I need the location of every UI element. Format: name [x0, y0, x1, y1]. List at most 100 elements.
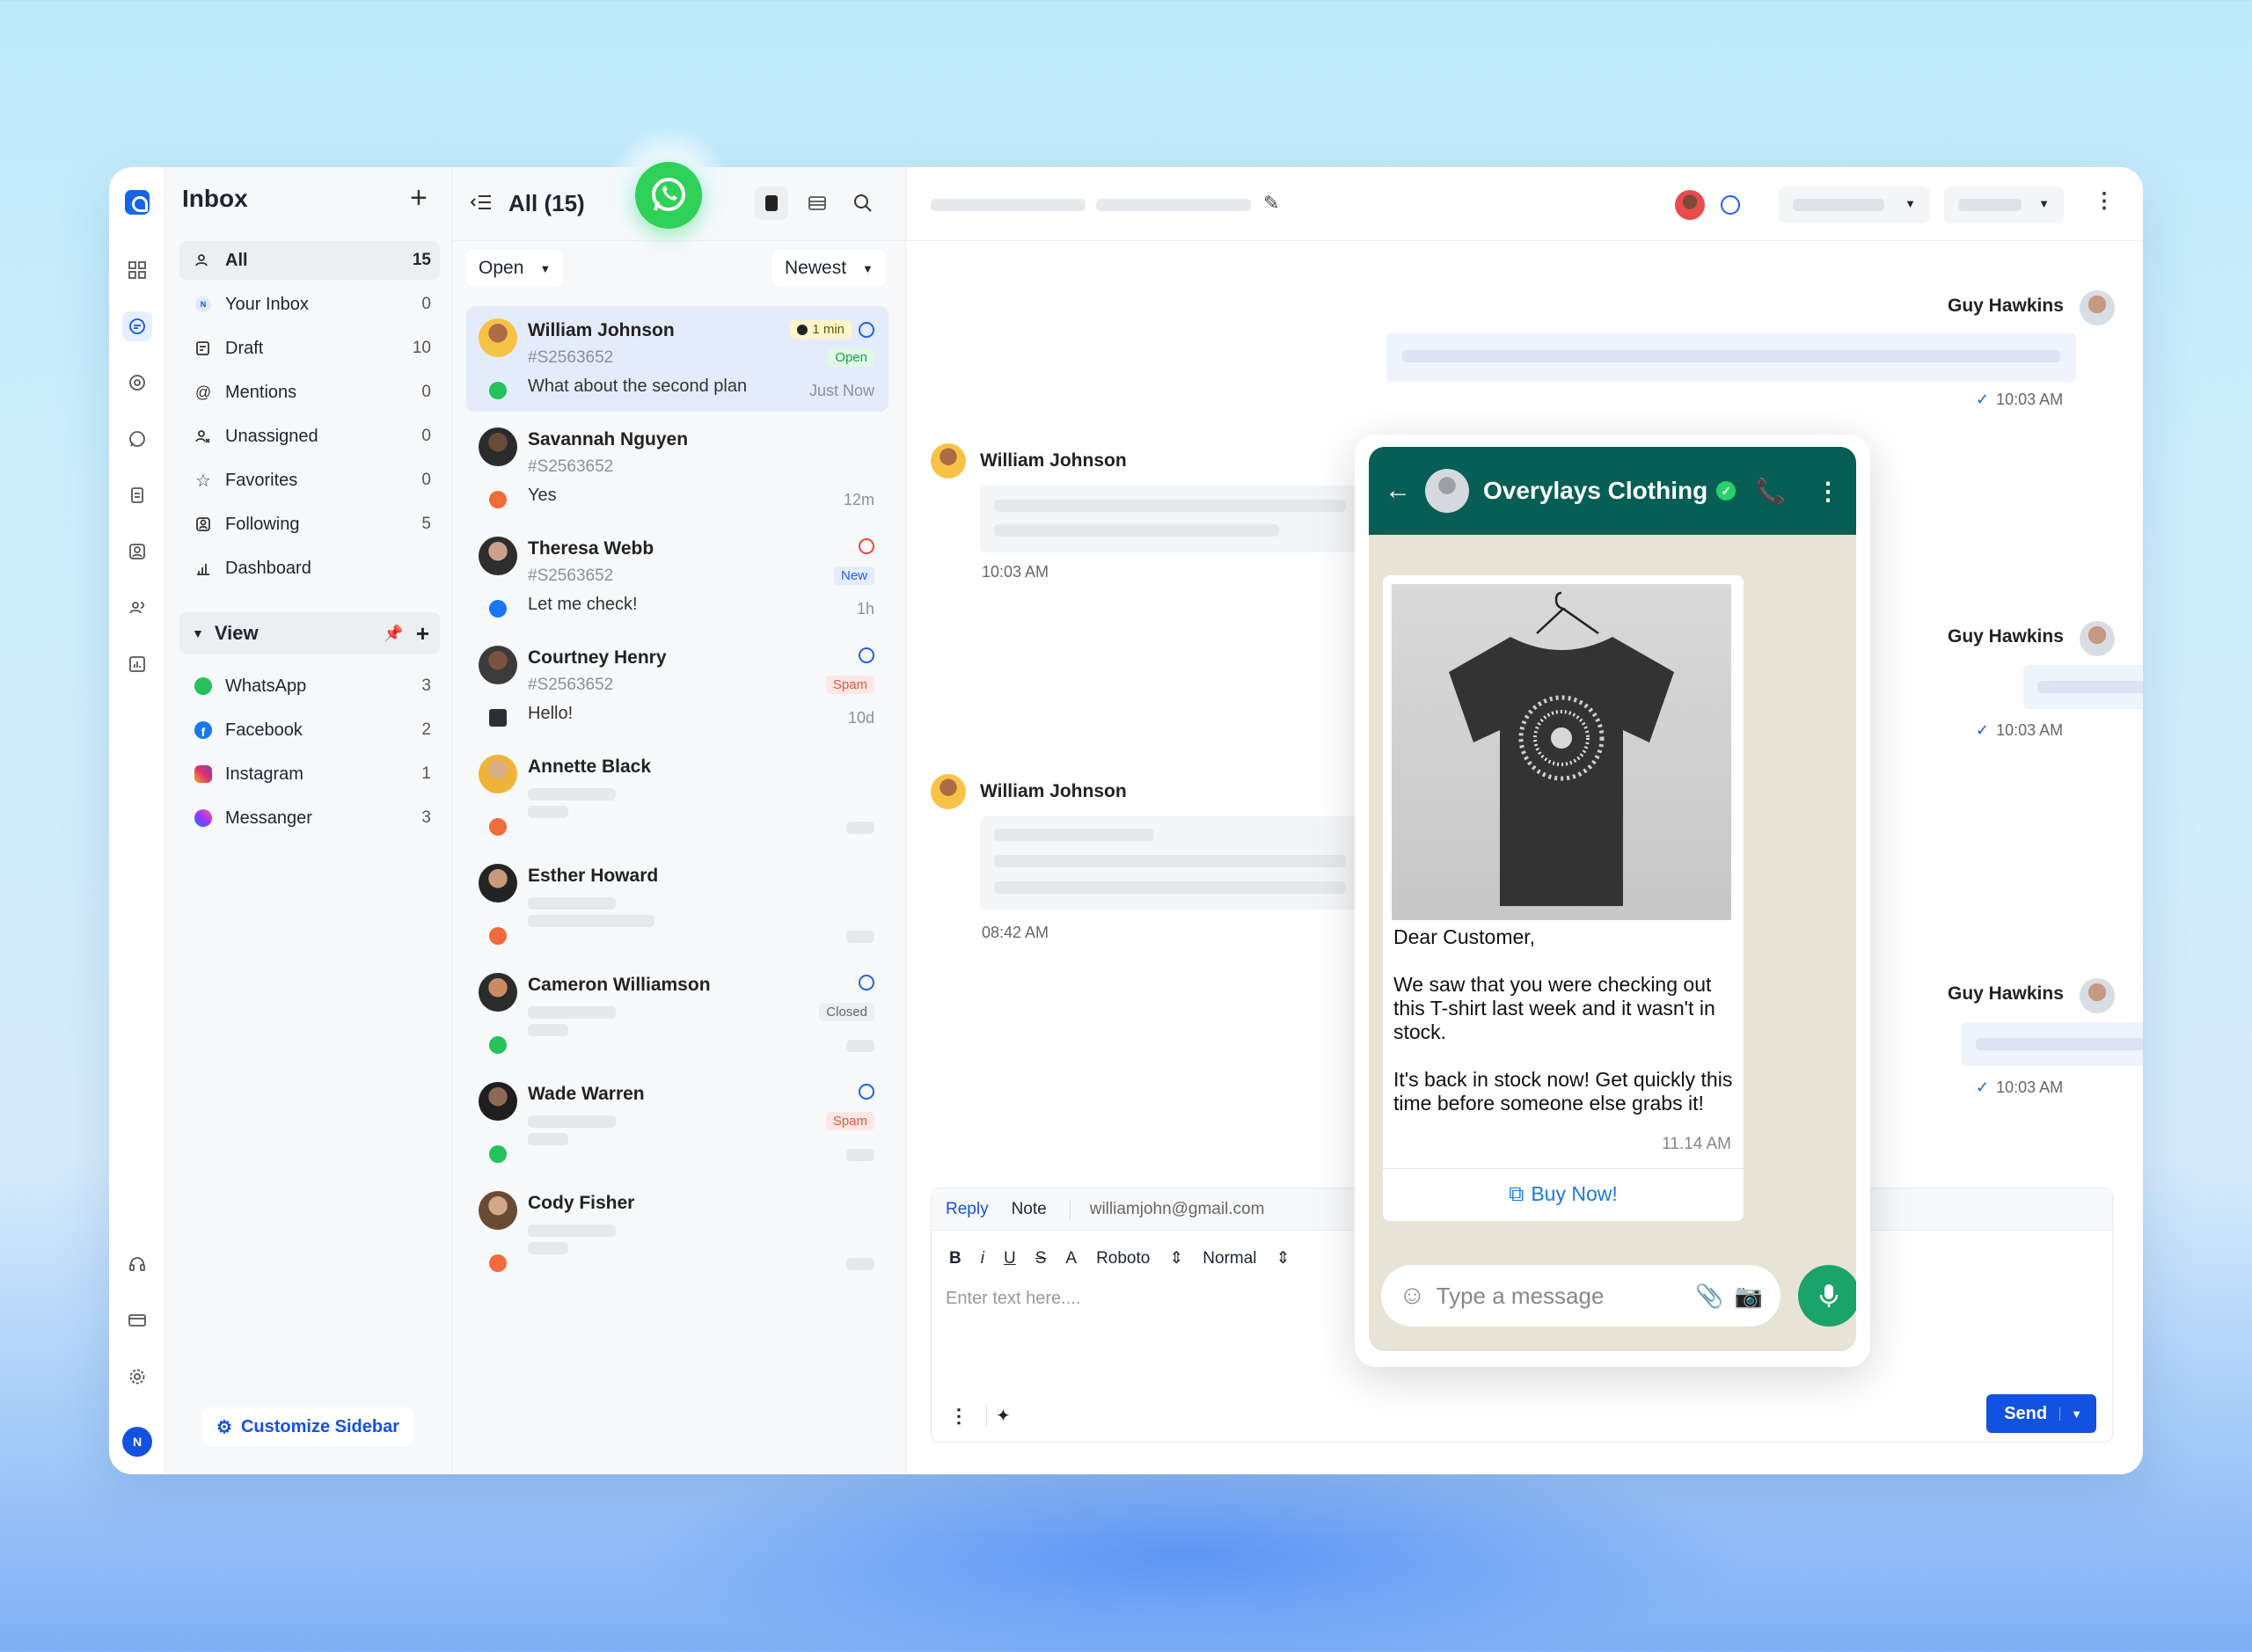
sidebar-item-instagram[interactable]: Instagram 1 [179, 755, 440, 793]
conversation-item[interactable]: Annette Black [466, 742, 888, 848]
contact-name: Cody Fisher [528, 1193, 635, 1213]
sparkle-icon[interactable]: ✦ [986, 1405, 1011, 1427]
send-button[interactable]: Send ▼ [1986, 1394, 2096, 1433]
sort-dropdown[interactable]: Newest ▼ [772, 250, 886, 287]
conversation-item[interactable]: Cody Fisher [466, 1179, 888, 1284]
search-icon[interactable] [846, 186, 880, 220]
timestamp: 12m [843, 491, 874, 508]
conversation-item[interactable]: Courtney Henry #S2563652 Hello! Spam 10d [466, 633, 888, 739]
conversation-item[interactable]: William Johnson #S2563652 What about the… [466, 306, 888, 412]
chat-channel-icon [489, 491, 507, 508]
card-view-icon[interactable] [755, 186, 788, 220]
whatsapp-icon[interactable] [122, 424, 152, 454]
text-color-button[interactable]: A [1065, 1249, 1077, 1268]
clipboard-icon[interactable] [122, 480, 152, 510]
customize-label: Customize Sidebar [240, 1416, 399, 1436]
assignee-dropdown[interactable]: ▼ [1779, 186, 1930, 223]
sidebar-item-following[interactable]: Following 5 [179, 505, 440, 544]
chat-icon[interactable] [122, 311, 152, 341]
skeleton [846, 1258, 874, 1270]
list-view-icon[interactable] [801, 186, 834, 220]
download-icon[interactable] [1721, 195, 1740, 215]
customize-sidebar-button[interactable]: ⚙ Customize Sidebar [202, 1407, 413, 1446]
sidebar-item-count: 0 [421, 295, 431, 313]
edit-icon[interactable]: ✎ [1263, 192, 1279, 215]
sidebar-item-all[interactable]: All 15 [179, 241, 440, 280]
bold-button[interactable]: B [949, 1249, 961, 1268]
ticket-id: #S2563652 [528, 676, 614, 694]
conversation-item[interactable]: Wade Warren Spam [466, 1070, 888, 1175]
sla-tag: 1 min [790, 320, 852, 339]
phone-icon[interactable]: 📞 [1755, 477, 1786, 506]
assign-icon[interactable] [859, 647, 874, 663]
message-input[interactable]: ☺ Type a message 📎 📷 [1381, 1265, 1780, 1327]
contact-card-icon[interactable] [122, 537, 152, 567]
status-dropdown[interactable]: ▼ [1944, 186, 2064, 223]
pin-icon[interactable]: 📌 [384, 625, 403, 643]
conversation-item[interactable]: Esther Howard [466, 852, 888, 957]
italic-button[interactable]: i [981, 1249, 984, 1268]
sidebar-item-draft[interactable]: Draft 10 [179, 329, 440, 368]
skeleton [528, 1133, 568, 1145]
mic-button[interactable] [1798, 1265, 1856, 1327]
target-icon[interactable] [122, 368, 152, 398]
more-options-icon[interactable]: ⋮ [1816, 477, 1840, 506]
tab-reply[interactable]: Reply [946, 1200, 989, 1219]
skeleton [528, 1024, 568, 1036]
back-arrow-icon[interactable]: ← [1385, 476, 1411, 506]
headset-icon[interactable] [122, 1249, 152, 1279]
sidebar-item-mentions[interactable]: @ Mentions 0 [179, 373, 440, 412]
attach-icon[interactable]: 📎 [1695, 1283, 1723, 1310]
business-name: Overylays Clothing [1483, 477, 1708, 504]
conversation-item[interactable]: Savannah Nguyen #S2563652 Yes 12m [466, 415, 888, 521]
sidebar-item-messenger[interactable]: Messanger 3 [179, 799, 440, 837]
sidebar-item-unassigned[interactable]: Unassigned 0 [179, 417, 440, 456]
agent-avatar[interactable] [1675, 190, 1705, 220]
business-avatar [1425, 469, 1469, 513]
emoji-icon[interactable]: ☺ [1399, 1281, 1426, 1311]
view-section-header[interactable]: ▼ View 📌 + [179, 612, 440, 654]
add-icon[interactable]: + [410, 183, 428, 213]
skeleton [528, 1115, 616, 1128]
skeleton [1793, 199, 1884, 211]
sidebar-item-facebook[interactable]: f Facebook 2 [179, 711, 440, 749]
facebook-icon: f [194, 720, 213, 740]
conversation-item[interactable]: Theresa Webb #S2563652 Let me check! New… [466, 524, 888, 630]
ticket-id: #S2563652 [528, 348, 614, 367]
user-avatar[interactable]: N [122, 1427, 152, 1457]
caret-down-icon[interactable]: ▼ [2059, 1407, 2082, 1421]
sidebar-item-your-inbox[interactable]: N Your Inbox 0 [179, 285, 440, 324]
font-select[interactable]: Roboto ⇕ [1096, 1248, 1183, 1268]
grid-icon[interactable] [122, 255, 152, 285]
assign-icon[interactable] [859, 321, 874, 338]
sidebar-item-favorites[interactable]: ☆ Favorites 0 [179, 461, 440, 500]
sidebar-item-label: Messanger [225, 808, 312, 828]
settings-icon[interactable] [122, 1362, 152, 1392]
buy-now-button[interactable]: ⧉ Buy Now! [1383, 1168, 1744, 1219]
assign-icon[interactable] [859, 1084, 874, 1100]
whatsapp-logo-icon [635, 162, 702, 229]
tab-note[interactable]: Note [1012, 1200, 1047, 1219]
camera-icon[interactable]: 📷 [1735, 1283, 1763, 1310]
reports-icon[interactable] [122, 649, 152, 679]
conversation-item[interactable]: Cameron Williamson Closed [466, 961, 888, 1066]
collapse-menu-icon[interactable] [470, 192, 493, 217]
add-view-icon[interactable]: + [416, 620, 429, 647]
strikethrough-button[interactable]: S [1035, 1249, 1047, 1268]
underline-button[interactable]: U [1004, 1249, 1016, 1268]
skeleton [1096, 199, 1251, 211]
status-filter-value: Open [479, 258, 524, 278]
recipient-email: williamjohn@gmail.com [1069, 1199, 1265, 1219]
sidebar-item-whatsapp[interactable]: WhatsApp 3 [179, 667, 440, 705]
billing-icon[interactable] [122, 1305, 152, 1335]
reply-input[interactable]: Enter text here.... [946, 1289, 1080, 1309]
users-icon[interactable] [122, 593, 152, 623]
contact-name: Wade Warren [528, 1084, 645, 1104]
assign-icon[interactable] [859, 975, 874, 990]
status-filter-dropdown[interactable]: Open ▼ [466, 250, 564, 287]
sidebar-item-dashboard[interactable]: Dashboard [179, 549, 440, 588]
more-options-icon[interactable]: ⋮ [949, 1405, 969, 1428]
message-bubble [980, 486, 1358, 552]
size-select[interactable]: Normal ⇕ [1203, 1248, 1290, 1268]
more-options-icon[interactable]: ⋮ [2094, 188, 2115, 214]
